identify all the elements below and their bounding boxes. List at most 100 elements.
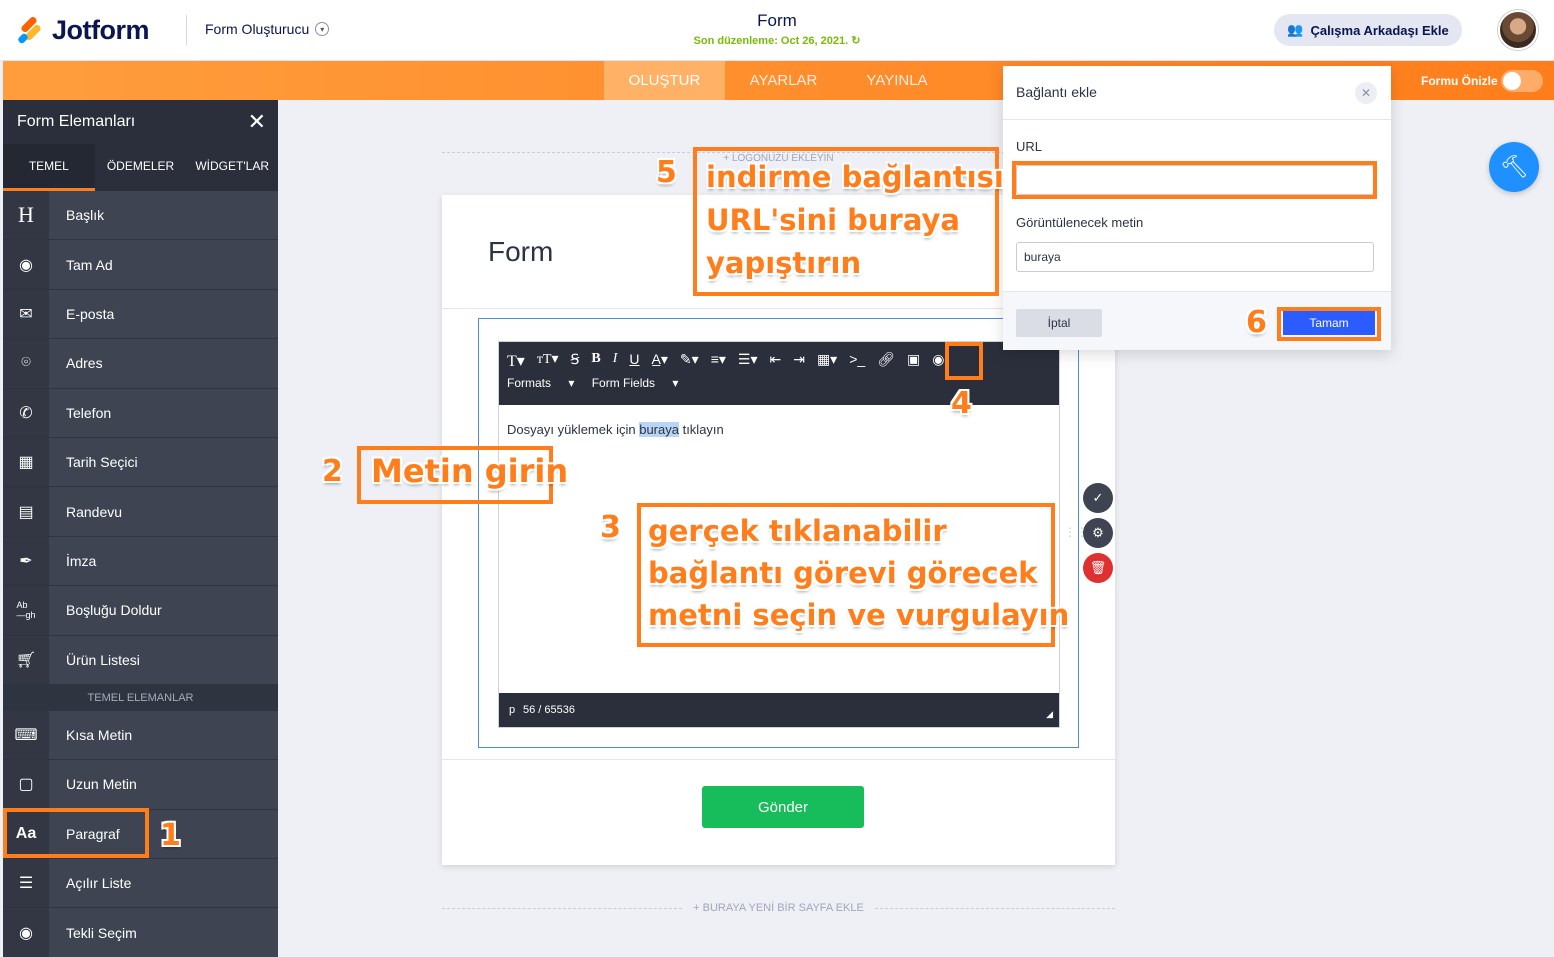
magic-wand-button[interactable]: 🔨︎ [1489,142,1539,192]
display-text-field[interactable] [1016,242,1374,272]
sidebar-item-label: Tekli Seçim [66,924,137,941]
sidebar-item-product-list[interactable]: 🛒︎ Ürün Listesi [3,635,278,685]
sidebar-header: Form Elemanları ✕ [3,100,278,144]
last-edited-text: Son düzenleme: Oct 26, 2021. [693,35,849,47]
align-icon[interactable]: ≡▾ [711,351,726,371]
annotation-number-2: 2 [322,454,343,489]
add-page-link[interactable]: + BURAYA YENİ BİR SAYFA EKLE [442,902,1115,914]
cancel-button[interactable]: İptal [1016,309,1102,337]
sidebar-item-appointment[interactable]: ▤ Randevu [3,487,278,537]
sidebar-item-full-name[interactable]: ◉ Tam Ad [3,240,278,290]
tab-publish[interactable]: YAYINLA [842,61,952,100]
last-edited: Son düzenleme: Oct 26, 2021. ↻ [640,34,914,47]
divider [186,15,187,45]
form-title[interactable]: Form [640,11,914,31]
form-fields-menu[interactable]: Form Fields ▾ [592,376,679,390]
close-icon[interactable]: ✕ [1355,82,1377,104]
builder-dropdown-label: Form Oluşturucu [205,21,310,37]
font-family-icon[interactable]: T▾ [507,351,525,371]
tab-build[interactable]: OLUŞTUR [604,61,725,100]
tab-payments[interactable]: ÖDEMELER [95,144,187,191]
link-icon[interactable]: 🔗︎ [877,351,895,371]
annotation-number-4: 4 [951,386,972,421]
annotation-3-line: gerçek tıklanabilir [648,514,947,548]
add-collaborator-button[interactable]: 👥 Çalışma Arkadaşı Ekle [1274,14,1462,46]
sidebar-item-signature[interactable]: ✒ İmza [3,536,278,587]
highlight-paragraph [3,808,149,858]
outdent-icon[interactable]: ⇤ [769,351,781,371]
url-label: URL [1016,139,1043,154]
image-icon[interactable]: ▣ [907,351,920,371]
add-collaborator-label: Çalışma Arkadaşı Ekle [1310,22,1449,38]
sidebar-item-heading[interactable]: H Başlık [3,191,278,241]
tab-widgets[interactable]: WİDGET'LAR [186,144,278,191]
preview-toggle[interactable] [1501,70,1543,92]
refresh-icon: ↻ [851,35,861,47]
sidebar-item-label: Tarih Seçici [66,454,138,471]
sidebar-item-fill-blank[interactable]: Ab —gh Boşluğu Doldur [3,586,278,636]
sidebar-item-label: Adres [66,355,103,372]
editor-statusbar: p 56 / 65536 ◢ [499,693,1059,727]
list-icon[interactable]: ☰▾ [738,351,758,371]
table-icon[interactable]: ▦▾ [817,351,837,371]
check-icon[interactable]: ✓ [1083,483,1113,513]
sidebar-item-label: Kısa Metin [66,727,133,744]
users-icon: 👥 [1287,22,1304,37]
bold-icon[interactable]: B [591,351,600,371]
highlight-icon[interactable]: ✎▾ [680,351,699,371]
sidebar-item-phone[interactable]: ✆ Telefon [3,388,278,438]
sidebar-item-date-picker[interactable]: ▦ Tarih Seçici [3,437,278,488]
annotation-5-line: URL'sini buraya [706,203,960,237]
close-icon[interactable]: ✕ [248,109,266,135]
jotform-logo-icon [16,15,44,45]
formats-menu[interactable]: Formats ▾ [507,376,574,390]
calendar-icon: ▦ [3,437,49,487]
annotation-5-line: indirme bağlantısı [706,160,1004,194]
user-icon: ◉ [3,240,49,289]
dialog-header: Bağlantı ekle ✕ [1003,66,1391,120]
sidebar-item-label: Uzun Metin [66,776,137,793]
resize-handle-icon[interactable]: ◢ [1046,709,1053,720]
code-icon[interactable]: >_ [849,351,865,371]
sidebar-item-email[interactable]: ✉ E-posta [3,289,278,340]
sidebar-item-label: Boşluğu Doldur [66,602,162,619]
appointment-icon: ▤ [3,487,49,536]
heading-icon: H [3,191,49,240]
sidebar-title: Form Elemanları [17,113,136,130]
sidebar-item-long-text[interactable]: ▢ Uzun Metin [3,760,278,810]
jotform-logo[interactable]: Jotform [16,15,150,46]
text-color-icon[interactable]: A̲▾ [652,351,668,371]
annotation-text-5: indirme bağlantısı URL'sini buraya yapış… [706,156,1004,285]
sidebar-item-label: İmza [66,552,97,569]
builder-dropdown[interactable]: Form Oluşturucu ▾ [205,21,330,37]
indent-icon[interactable]: ⇥ [793,351,805,371]
trash-icon[interactable]: 🗑︎ [1083,553,1113,583]
underline-icon[interactable]: U [629,351,639,371]
preview-label: Formu Önizle [1421,74,1498,88]
toggle-knob [1503,72,1521,90]
sidebar-item-address[interactable]: ⌾ Adres [3,339,278,389]
form-heading[interactable]: Form [488,236,553,268]
sidebar-tabs: TEMEL ÖDEMELER WİDGET'LAR [3,144,278,191]
toolbar-menus: Formats ▾ Form Fields ▾ [507,376,692,390]
chevron-down-icon: ▾ [315,22,330,36]
italic-icon[interactable]: I [613,351,618,371]
tab-basic[interactable]: TEMEL [3,144,95,191]
annotation-number-5: 5 [656,155,677,190]
avatar[interactable] [1498,10,1538,50]
submit-button[interactable]: Gönder [702,786,864,828]
sidebar-item-dropdown[interactable]: ☰ Açılır Liste [3,859,278,909]
font-size-icon[interactable]: ᴛT▾ [537,351,559,371]
formats-menu-label: Formats [507,376,552,390]
selected-text[interactable]: buraya [639,422,679,437]
preview-eye-icon[interactable]: ◉ [932,351,944,371]
sidebar-item-single-choice[interactable]: ◉ Tekli Seçim [3,908,278,957]
editor-content[interactable]: Dosyayı yüklemek için buraya tıklayın [507,422,724,437]
sidebar-item-short-text[interactable]: ⌨ Kısa Metin [3,710,278,761]
tab-settings[interactable]: AYARLAR [725,61,842,100]
annotation-number-1: 1 [160,818,181,853]
signature-icon: ✒ [3,536,49,586]
clear-format-icon[interactable]: Ꞩ [571,351,580,371]
location-icon: ⌾ [3,339,49,388]
annotation-number-3: 3 [600,510,621,545]
